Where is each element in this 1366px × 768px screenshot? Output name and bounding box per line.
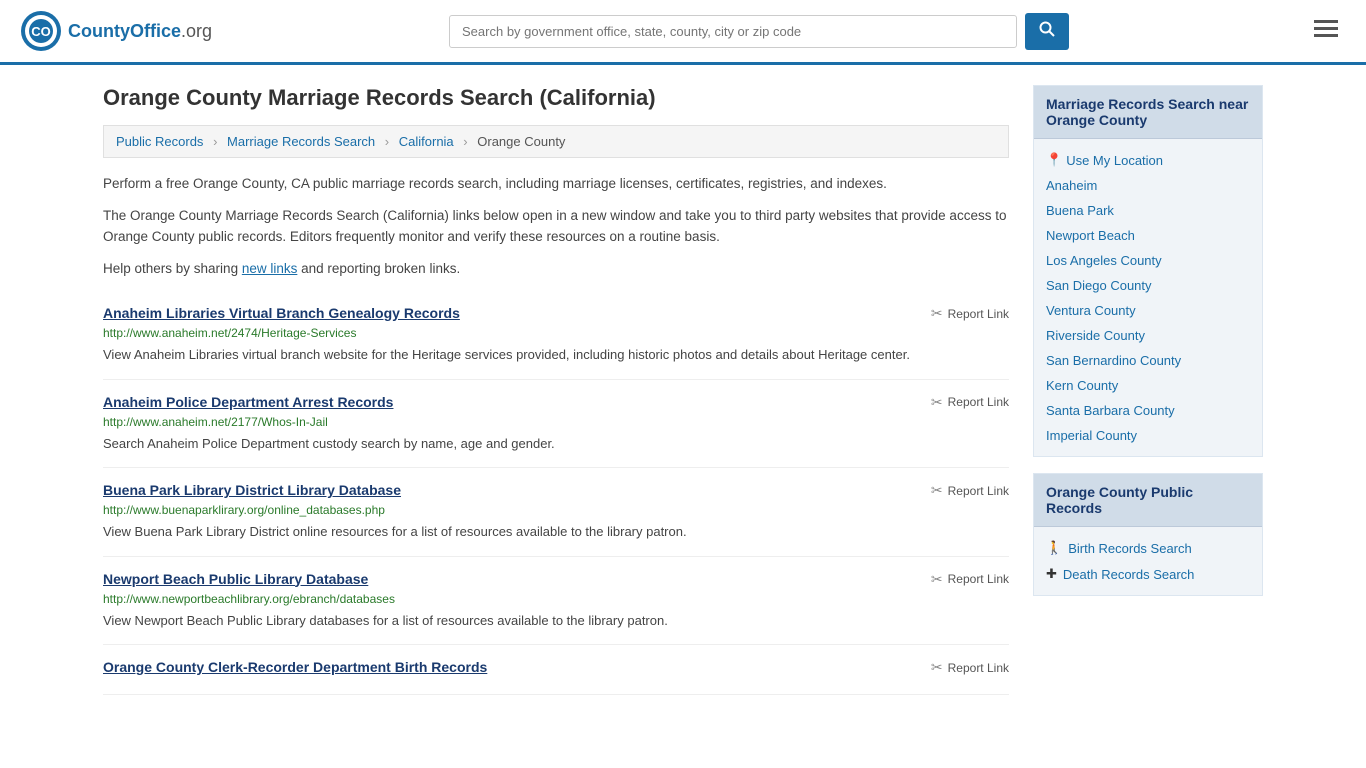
scissors-icon-1: ✂	[931, 305, 943, 322]
kern-link[interactable]: Kern County	[1046, 378, 1118, 393]
sidebar-link-san-bernardino: San Bernardino County	[1046, 348, 1250, 373]
report-link-1[interactable]: ✂ Report Link	[931, 305, 1009, 322]
santa-barbara-link[interactable]: Santa Barbara County	[1046, 403, 1175, 418]
sidebar-location-item: 📍 Use My Location	[1046, 147, 1250, 173]
record-title-1[interactable]: Anaheim Libraries Virtual Branch Genealo…	[103, 305, 460, 321]
sidebar-nearby: Marriage Records Search near Orange Coun…	[1033, 85, 1263, 457]
main-container: Orange County Marriage Records Search (C…	[83, 65, 1283, 715]
record-entry-4: Newport Beach Public Library Database ✂ …	[103, 557, 1009, 646]
sidebar: Marriage Records Search near Orange Coun…	[1033, 85, 1263, 695]
content-area: Orange County Marriage Records Search (C…	[103, 85, 1009, 695]
scissors-icon-5: ✂	[931, 659, 943, 676]
los-angeles-link[interactable]: Los Angeles County	[1046, 253, 1162, 268]
breadcrumb: Public Records › Marriage Records Search…	[103, 125, 1009, 158]
sidebar-link-anaheim: Anaheim	[1046, 173, 1250, 198]
sidebar-public-records-title: Orange County Public Records	[1034, 474, 1262, 527]
person-icon: 🚶	[1046, 540, 1062, 556]
sidebar-public-records-links: 🚶 Birth Records Search ✚ Death Records S…	[1034, 527, 1262, 595]
sidebar-link-buena-park: Buena Park	[1046, 198, 1250, 223]
record-title-3[interactable]: Buena Park Library District Library Data…	[103, 482, 401, 498]
sidebar-nearby-title: Marriage Records Search near Orange Coun…	[1034, 86, 1262, 139]
buena-park-link[interactable]: Buena Park	[1046, 203, 1114, 218]
record-title-5[interactable]: Orange County Clerk-Recorder Department …	[103, 659, 487, 675]
svg-text:CO: CO	[31, 24, 51, 39]
record-title-2[interactable]: Anaheim Police Department Arrest Records	[103, 394, 393, 410]
record-header-1: Anaheim Libraries Virtual Branch Genealo…	[103, 305, 1009, 322]
sidebar-link-san-diego: San Diego County	[1046, 273, 1250, 298]
use-my-location-link[interactable]: Use My Location	[1066, 153, 1163, 168]
record-url-1: http://www.anaheim.net/2474/Heritage-Ser…	[103, 326, 1009, 340]
record-desc-4: View Newport Beach Public Library databa…	[103, 611, 1009, 631]
report-link-2[interactable]: ✂ Report Link	[931, 394, 1009, 411]
record-title-4[interactable]: Newport Beach Public Library Database	[103, 571, 368, 587]
record-header-5: Orange County Clerk-Recorder Department …	[103, 659, 1009, 676]
report-link-3[interactable]: ✂ Report Link	[931, 482, 1009, 499]
scissors-icon-2: ✂	[931, 394, 943, 411]
ventura-link[interactable]: Ventura County	[1046, 303, 1136, 318]
description-2: The Orange County Marriage Records Searc…	[103, 206, 1009, 247]
breadcrumb-marriage-records[interactable]: Marriage Records Search	[227, 134, 375, 149]
newport-beach-link[interactable]: Newport Beach	[1046, 228, 1135, 243]
menu-button[interactable]	[1306, 14, 1346, 48]
record-entry-1: Anaheim Libraries Virtual Branch Genealo…	[103, 291, 1009, 380]
logo-area: CO CountyOffice.org	[20, 10, 212, 52]
report-link-5[interactable]: ✂ Report Link	[931, 659, 1009, 676]
record-desc-2: Search Anaheim Police Department custody…	[103, 434, 1009, 454]
record-header-4: Newport Beach Public Library Database ✂ …	[103, 571, 1009, 588]
sidebar-link-los-angeles: Los Angeles County	[1046, 248, 1250, 273]
report-link-4[interactable]: ✂ Report Link	[931, 571, 1009, 588]
breadcrumb-sep-2: ›	[385, 134, 389, 149]
logo-icon: CO	[20, 10, 62, 52]
sidebar-link-imperial: Imperial County	[1046, 423, 1250, 448]
description-3: Help others by sharing new links and rep…	[103, 259, 1009, 279]
sidebar-death-records-item: ✚ Death Records Search	[1046, 561, 1250, 587]
plus-icon: ✚	[1046, 566, 1057, 582]
record-desc-3: View Buena Park Library District online …	[103, 522, 1009, 542]
record-desc-1: View Anaheim Libraries virtual branch we…	[103, 345, 1009, 365]
record-url-2: http://www.anaheim.net/2177/Whos-In-Jail	[103, 415, 1009, 429]
scissors-icon-4: ✂	[931, 571, 943, 588]
breadcrumb-public-records[interactable]: Public Records	[116, 134, 203, 149]
sidebar-link-newport-beach: Newport Beach	[1046, 223, 1250, 248]
anaheim-link[interactable]: Anaheim	[1046, 178, 1097, 193]
sidebar-link-ventura: Ventura County	[1046, 298, 1250, 323]
record-url-4: http://www.newportbeachlibrary.org/ebran…	[103, 592, 1009, 606]
search-button[interactable]	[1025, 13, 1069, 50]
breadcrumb-sep-1: ›	[213, 134, 217, 149]
sidebar-public-records: Orange County Public Records 🚶 Birth Rec…	[1033, 473, 1263, 596]
search-input[interactable]	[449, 15, 1017, 48]
birth-records-link[interactable]: Birth Records Search	[1068, 541, 1192, 556]
imperial-link[interactable]: Imperial County	[1046, 428, 1137, 443]
sidebar-birth-records-item: 🚶 Birth Records Search	[1046, 535, 1250, 561]
san-diego-link[interactable]: San Diego County	[1046, 278, 1152, 293]
record-entry-5: Orange County Clerk-Recorder Department …	[103, 645, 1009, 695]
riverside-link[interactable]: Riverside County	[1046, 328, 1145, 343]
logo-text: CountyOffice.org	[68, 21, 212, 42]
record-entry-3: Buena Park Library District Library Data…	[103, 468, 1009, 557]
record-entry-2: Anaheim Police Department Arrest Records…	[103, 380, 1009, 469]
search-icon	[1039, 21, 1055, 37]
record-header-2: Anaheim Police Department Arrest Records…	[103, 394, 1009, 411]
death-records-link[interactable]: Death Records Search	[1063, 567, 1195, 582]
description-1: Perform a free Orange County, CA public …	[103, 174, 1009, 194]
sidebar-link-santa-barbara: Santa Barbara County	[1046, 398, 1250, 423]
breadcrumb-current: Orange County	[477, 134, 565, 149]
san-bernardino-link[interactable]: San Bernardino County	[1046, 353, 1181, 368]
sidebar-nearby-links: 📍 Use My Location Anaheim Buena Park New…	[1034, 139, 1262, 456]
record-header-3: Buena Park Library District Library Data…	[103, 482, 1009, 499]
scissors-icon-3: ✂	[931, 482, 943, 499]
sidebar-link-kern: Kern County	[1046, 373, 1250, 398]
record-url-3: http://www.buenaparklirary.org/online_da…	[103, 503, 1009, 517]
new-links-link[interactable]: new links	[242, 261, 298, 276]
breadcrumb-sep-3: ›	[463, 134, 467, 149]
header: CO CountyOffice.org	[0, 0, 1366, 65]
location-pin-icon: 📍	[1046, 152, 1062, 168]
sidebar-link-riverside: Riverside County	[1046, 323, 1250, 348]
breadcrumb-california[interactable]: California	[399, 134, 454, 149]
page-title: Orange County Marriage Records Search (C…	[103, 85, 1009, 111]
hamburger-icon	[1314, 20, 1338, 38]
search-area	[449, 13, 1069, 50]
